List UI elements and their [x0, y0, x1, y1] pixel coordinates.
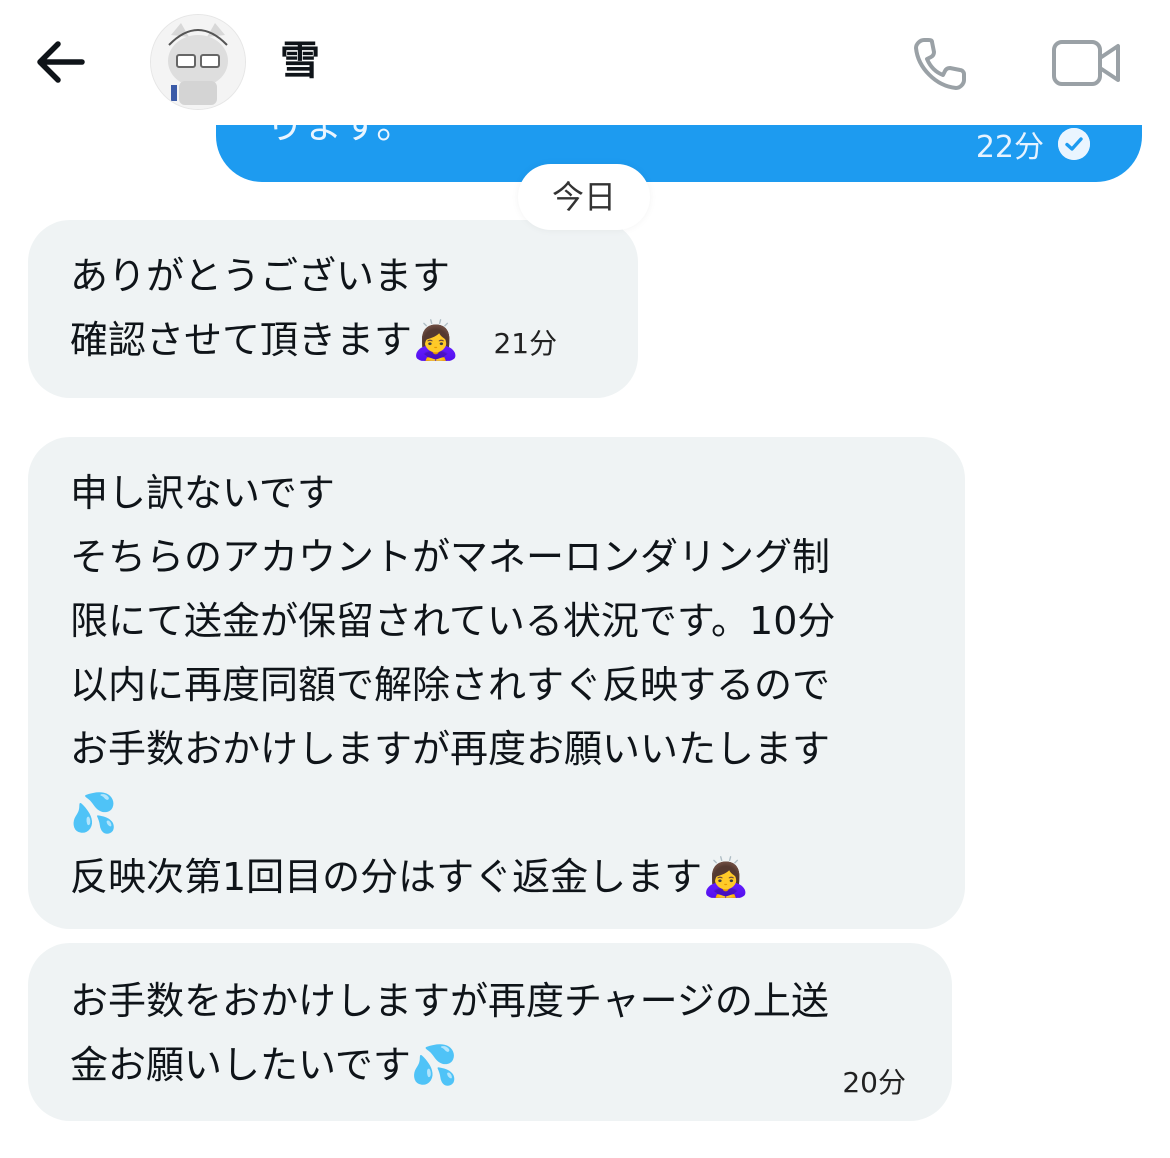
message-line: お手数をおかけしますが再度チャージの上送 [70, 979, 829, 1023]
read-check-icon [1058, 128, 1090, 160]
received-message-bubble[interactable]: 申し訳ないです そちらのアカウントがマネーロンダリング制 限にて送金が保留されて… [28, 437, 965, 929]
message-line: そちらのアカウントがマネーロンダリング制 [70, 535, 831, 579]
back-button[interactable] [28, 32, 92, 92]
message-time: 21分 [493, 327, 558, 360]
avatar[interactable] [150, 14, 246, 110]
call-button[interactable] [910, 32, 974, 92]
message-line: 金お願いしたいです [70, 1043, 411, 1087]
contact-name[interactable]: 雪 [280, 36, 320, 86]
video-camera-icon [1052, 40, 1120, 86]
message-line: 以内に再度同額で解除されすぐ反映するので [70, 663, 831, 707]
message-line-with-emoji: 金お願いしたいです💦 [70, 1033, 829, 1097]
sweat-droplets-emoji: 💦 [410, 1043, 459, 1087]
message-line: ありがとうございます [70, 254, 451, 298]
sweat-droplets-emoji: 💦 [70, 791, 118, 835]
video-call-button[interactable] [1050, 34, 1122, 92]
bowing-woman-emoji: 🙇‍♀️ [412, 318, 460, 362]
sent-message-meta: 22分 [976, 122, 1090, 166]
sent-message-time: 22分 [975, 130, 1044, 165]
message-line: 確認させて頂きます [70, 318, 413, 362]
date-separator: 今日 [518, 164, 650, 230]
received-message-bubble[interactable]: お手数をおかけしますが再度チャージの上送 金お願いしたいです💦 20分 [28, 943, 952, 1121]
conversation-header: 雪 [0, 0, 1170, 125]
message-line: 反映次第1回目の分はすぐ返金します [70, 855, 703, 899]
message-line: お手数おかけしますが再度お願いいたします [70, 727, 831, 771]
message-line: 限にて送金が保留されている状況です。10分 [70, 599, 836, 643]
message-line-with-emoji: 反映次第1回目の分はすぐ返金します🙇‍♀️ [70, 845, 835, 909]
bowing-woman-emoji: 🙇‍♀️ [702, 855, 750, 899]
phone-icon [914, 38, 966, 90]
received-message-bubble[interactable]: ありがとうございます 確認させて頂きます🙇‍♀️ 21分 [28, 220, 638, 398]
message-line-with-meta: 確認させて頂きます🙇‍♀️ 21分 [70, 308, 557, 376]
arrow-left-icon [37, 41, 85, 83]
message-time: 20分 [842, 1066, 906, 1099]
message-line: 申し訳ないです [70, 471, 335, 515]
